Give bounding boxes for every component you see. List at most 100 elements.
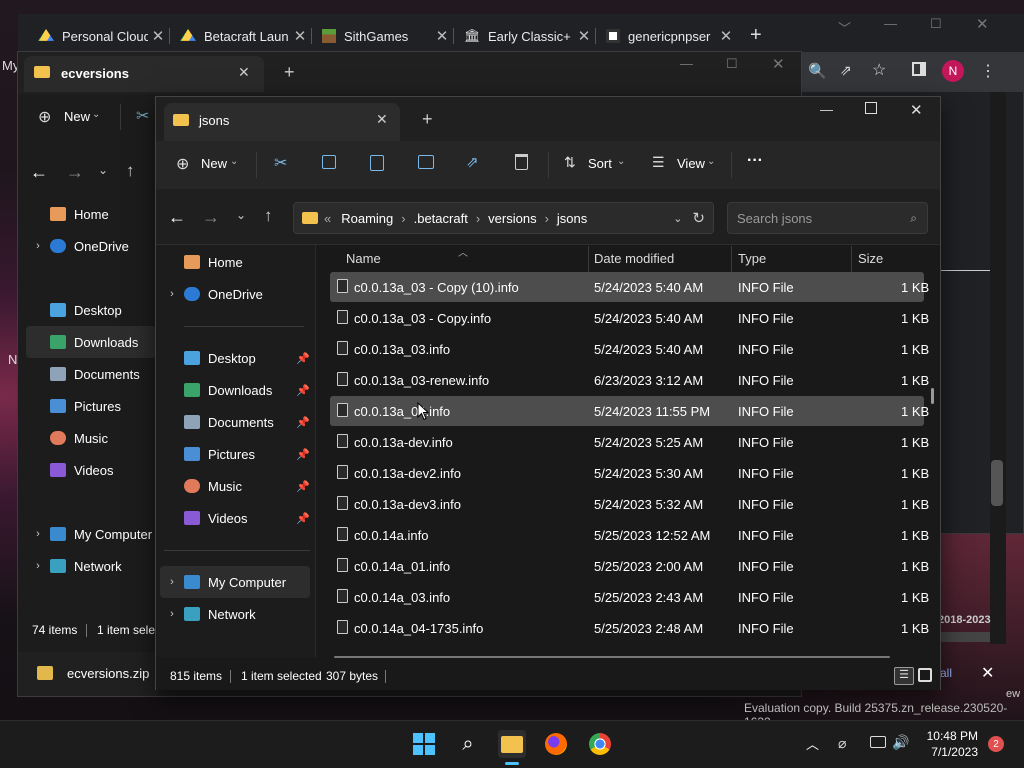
rename-icon[interactable] xyxy=(418,155,434,169)
nav-item-videos[interactable]: Videos 📌 xyxy=(160,502,310,534)
chevron-right-icon[interactable]: › xyxy=(401,211,405,226)
firefox-taskbar-button[interactable] xyxy=(542,730,570,758)
refresh-icon[interactable]: ↻ xyxy=(692,209,705,227)
minimize-icon[interactable]: — xyxy=(884,16,897,31)
horizontal-scrollbar[interactable] xyxy=(334,656,890,658)
breadcrumb-item[interactable]: .betacraft xyxy=(414,211,468,226)
close-icon[interactable]: ✕ xyxy=(772,55,785,73)
add-icon[interactable]: ⊕ xyxy=(176,154,189,174)
chevron-down-icon[interactable]: ⌄ xyxy=(236,208,246,222)
close-icon[interactable]: ✕ xyxy=(238,64,250,81)
pin-icon[interactable]: 📌 xyxy=(296,480,310,493)
nav-item-onedrive[interactable]: › OneDrive xyxy=(160,278,310,310)
network-off-icon[interactable]: ⌀ xyxy=(838,735,846,752)
breadcrumb-item[interactable]: Roaming xyxy=(341,211,393,226)
nav-item-documents[interactable]: Documents 📌 xyxy=(160,406,310,438)
chrome-page-scrollbar[interactable] xyxy=(990,92,1006,644)
column-header-type[interactable]: Type xyxy=(738,251,766,266)
chevron-right-icon[interactable]: › xyxy=(26,528,50,540)
breadcrumb-item[interactable]: jsons xyxy=(557,211,587,226)
nav-item-desktop[interactable]: Desktop xyxy=(26,294,156,326)
notification-badge[interactable]: 2 xyxy=(988,736,1004,752)
nav-item-network[interactable]: › Network xyxy=(26,550,156,582)
maximize-icon[interactable]: ☐ xyxy=(726,56,738,72)
sidebar-icon[interactable] xyxy=(912,62,926,76)
nav-item-network[interactable]: › Network xyxy=(160,598,310,630)
column-header-date[interactable]: Date modified xyxy=(594,251,674,266)
scrollbar-thumb[interactable] xyxy=(991,460,1003,506)
close-icon[interactable]: ✕ xyxy=(148,27,168,45)
add-icon[interactable]: ⊕ xyxy=(38,107,51,127)
back-explorer-tab[interactable] xyxy=(24,56,264,92)
nav-item-documents[interactable]: Documents xyxy=(26,358,156,390)
breadcrumb-item[interactable]: versions xyxy=(488,211,536,226)
search-icon[interactable]: ⌕ xyxy=(454,730,482,758)
chevron-down-icon[interactable]: ⌄ xyxy=(673,212,682,225)
chevron-right-icon[interactable]: › xyxy=(545,211,549,226)
nav-item-home[interactable]: Home xyxy=(160,246,310,278)
column-separator[interactable] xyxy=(588,246,589,272)
pin-icon[interactable]: 📌 xyxy=(296,416,310,429)
tiles-view-icon[interactable] xyxy=(918,668,932,682)
chrome-tab[interactable]: SithGames ✕ xyxy=(312,22,452,50)
start-button[interactable] xyxy=(410,730,438,758)
table-row[interactable]: c0.0.13a-dev2.info 5/24/2023 5:30 AM INFO … xyxy=(330,458,929,488)
delete-icon[interactable] xyxy=(515,154,528,170)
star-icon[interactable]: ☆ xyxy=(872,60,886,80)
nav-item-downloads[interactable]: Downloads xyxy=(26,326,156,358)
close-icon[interactable]: ✕ xyxy=(290,27,310,45)
close-icon[interactable]: ✕ xyxy=(981,663,994,683)
search-input[interactable]: Search jsons ⌕ xyxy=(727,202,928,234)
nav-item-home[interactable]: Home xyxy=(26,198,156,230)
table-row[interactable]: c0.0.14a_01.info 5/25/2023 2:00 AM INFO Fi… xyxy=(330,551,929,581)
close-icon[interactable]: ✕ xyxy=(376,111,388,128)
back-new-button[interactable]: New xyxy=(64,109,90,124)
table-row[interactable]: c0.0.14a_03.info 5/25/2023 2:43 AM INFO Fi… xyxy=(330,582,929,612)
close-icon[interactable]: ✕ xyxy=(910,101,923,119)
copy-icon[interactable] xyxy=(322,155,336,169)
close-icon[interactable]: ✕ xyxy=(574,27,594,45)
chevron-right-icon[interactable]: › xyxy=(160,608,184,620)
volume-icon[interactable]: 🔊 xyxy=(892,734,909,751)
chevron-up-icon[interactable]: ︿ xyxy=(806,734,819,753)
table-row[interactable]: c0.0.13a_03-renew.info 6/23/2023 3:12 AM I… xyxy=(330,365,929,395)
chevron-down-icon[interactable]: ⌄ xyxy=(98,163,108,177)
close-icon[interactable]: ✕ xyxy=(716,27,736,45)
clock[interactable]: 10:48 PM 7/1/2023 xyxy=(920,728,978,760)
chevron-right-icon[interactable]: › xyxy=(160,576,184,588)
chrome-tab[interactable]: Betacraft Laun ✕ xyxy=(170,22,310,50)
close-icon[interactable]: ✕ xyxy=(976,15,989,33)
pin-icon[interactable]: 📌 xyxy=(296,512,310,525)
nav-item-desktop[interactable]: Desktop 📌 xyxy=(160,342,310,374)
details-view-icon[interactable]: ☰ xyxy=(894,667,914,685)
chrome-tab[interactable]: 🏛 Early Classic+ ✕ xyxy=(454,22,594,50)
chevron-right-icon[interactable]: › xyxy=(26,560,50,572)
search-icon[interactable]: 🔍 xyxy=(808,62,827,80)
view-button[interactable]: View xyxy=(677,156,705,171)
up-arrow-icon[interactable]: ↑ xyxy=(126,161,135,181)
menu-icon[interactable]: ⋮ xyxy=(980,61,996,81)
chrome-tab[interactable]: genericpnpser ✕ xyxy=(596,22,736,50)
nav-item-music[interactable]: Music 📌 xyxy=(160,470,310,502)
new-tab-icon[interactable]: + xyxy=(422,109,433,130)
new-button[interactable]: New xyxy=(201,156,227,171)
chrome-tab[interactable]: Personal Cloud ✕ xyxy=(28,22,168,50)
table-row[interactable]: c0.0.13a_03.info 5/24/2023 5:40 AM INFO Fi… xyxy=(330,334,929,364)
close-icon[interactable]: ✕ xyxy=(432,27,452,45)
nav-item-my-computer[interactable]: › My Computer xyxy=(26,518,156,550)
column-header-name[interactable]: Name xyxy=(346,251,381,266)
share-icon[interactable]: ⇗ xyxy=(466,153,479,171)
nav-item-pictures[interactable]: Pictures xyxy=(26,390,156,422)
maximize-icon[interactable]: ☐ xyxy=(930,16,942,32)
forward-arrow-icon[interactable]: → xyxy=(66,162,84,183)
column-separator[interactable] xyxy=(851,246,852,272)
nav-item-my-computer[interactable]: › My Computer xyxy=(160,566,310,598)
pin-icon[interactable]: 📌 xyxy=(296,448,310,461)
address-bar[interactable]: « Roaming › .betacraft › versions › json… xyxy=(293,202,714,234)
chevron-right-icon[interactable]: › xyxy=(160,288,184,300)
profile-avatar[interactable]: N xyxy=(942,60,964,82)
minimize-icon[interactable]: — xyxy=(820,102,833,117)
minimize-icon[interactable]: — xyxy=(680,56,693,71)
column-separator[interactable] xyxy=(731,246,732,272)
up-arrow-icon[interactable]: ↑ xyxy=(264,206,273,226)
